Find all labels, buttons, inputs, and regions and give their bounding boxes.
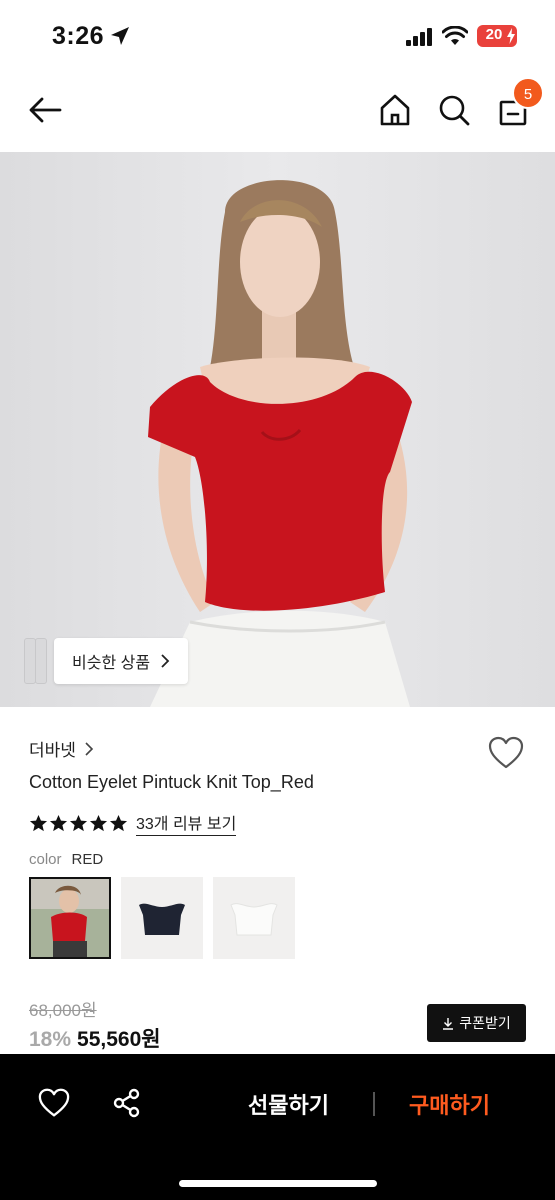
like-button[interactable]: [38, 1088, 70, 1118]
home-icon: [380, 94, 410, 126]
color-label: color: [29, 851, 62, 868]
white-top-thumbnail: [213, 877, 295, 959]
cart-count-badge: 5: [512, 77, 544, 109]
download-icon: [443, 1017, 454, 1030]
rating-row: 33개 리뷰 보기: [29, 810, 237, 836]
star-icon: [29, 814, 48, 831]
discount-rate: 18%: [29, 1028, 72, 1051]
share-button[interactable]: [112, 1088, 142, 1118]
star-rating: [29, 814, 128, 833]
navy-top-thumbnail: [121, 877, 203, 959]
status-time: 3:26: [52, 22, 105, 50]
similar-products-button[interactable]: 비슷한 상품: [54, 638, 189, 684]
charging-bolt-icon: [507, 28, 515, 44]
product-name: Cotton Eyelet Pintuck Knit Top_Red: [29, 772, 314, 792]
star-icon: [109, 814, 128, 831]
review-link[interactable]: 33개 리뷰 보기: [136, 810, 237, 836]
star-icon: [49, 814, 68, 831]
gift-button[interactable]: 선물하기: [248, 1088, 329, 1120]
battery-level: 20: [485, 26, 503, 43]
coupon-label: 쿠폰받기: [459, 1015, 511, 1031]
search-icon: [439, 95, 470, 126]
swatch-white[interactable]: [213, 877, 295, 959]
heart-icon: [488, 736, 524, 769]
top-nav: 5: [0, 70, 555, 152]
signal-icon: [406, 28, 432, 46]
original-price: 68,000원: [29, 1001, 97, 1020]
back-button[interactable]: [26, 92, 66, 128]
sale-price: 55,560원: [77, 1028, 161, 1051]
similar-products-label: 비슷한 상품: [72, 655, 151, 672]
color-value: RED: [71, 851, 104, 868]
star-icon: [89, 814, 108, 831]
swatch-navy[interactable]: [121, 877, 203, 959]
location-arrow-icon: [111, 27, 129, 45]
status-bar: 3:26 20: [0, 0, 555, 70]
share-icon: [113, 1088, 140, 1118]
color-option-row: color RED: [29, 851, 103, 868]
color-swatches: [29, 877, 295, 959]
home-button[interactable]: [376, 90, 414, 130]
search-button[interactable]: [434, 90, 474, 130]
model-photo: [0, 152, 555, 707]
similar-thumbnails-stack: [24, 638, 54, 684]
chevron-right-icon: [85, 741, 94, 756]
bottom-divider: [373, 1092, 375, 1116]
heart-icon: [38, 1088, 70, 1117]
bottom-action-bar: 선물하기 구매하기: [0, 1054, 555, 1200]
star-icon: [69, 814, 88, 831]
price-row: 18% 55,560원: [29, 1023, 161, 1053]
buy-button[interactable]: 구매하기: [409, 1088, 490, 1120]
battery-indicator: 20: [477, 25, 517, 47]
product-image[interactable]: 비슷한 상품: [0, 152, 555, 707]
arrow-left-icon: [29, 97, 62, 123]
brand-link[interactable]: 더바넷: [29, 736, 94, 761]
home-indicator: [179, 1180, 377, 1187]
wishlist-button[interactable]: [488, 736, 524, 770]
coupon-button[interactable]: 쿠폰받기: [427, 1004, 526, 1042]
brand-name: 더바넷: [29, 741, 76, 760]
chevron-right-icon: [161, 654, 170, 668]
similar-products-chip[interactable]: 비슷한 상품: [24, 638, 189, 684]
red-top-thumbnail: [31, 879, 109, 957]
wifi-icon: [442, 26, 468, 45]
swatch-red[interactable]: [29, 877, 111, 959]
